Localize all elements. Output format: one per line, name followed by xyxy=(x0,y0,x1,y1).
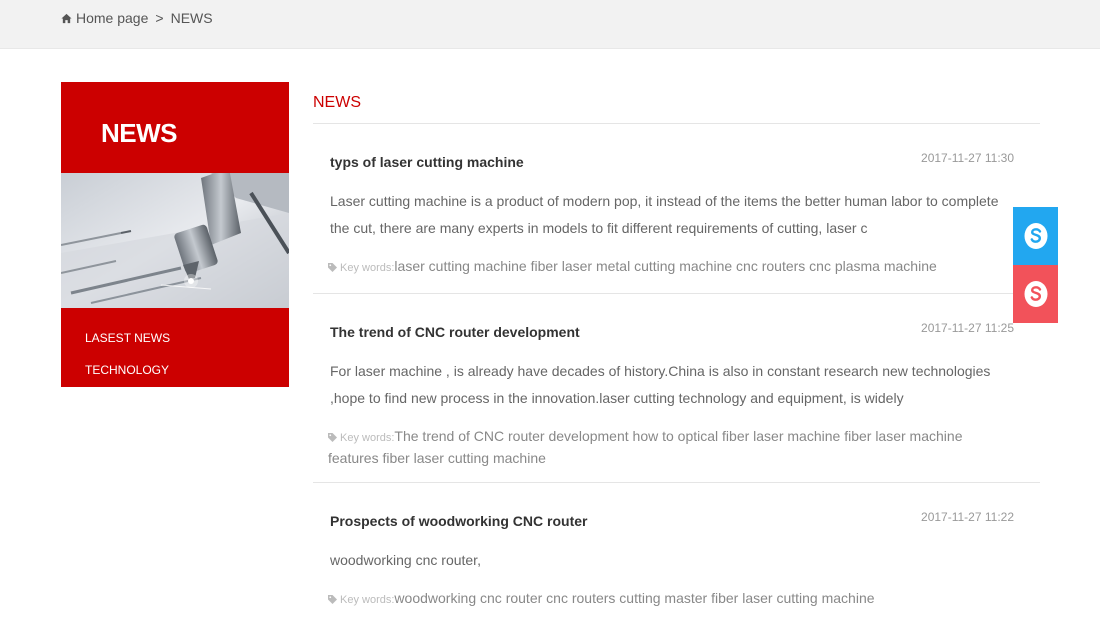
tag-icon xyxy=(328,433,337,442)
sidebar: NEWS LASEST NEWS TECHNOLOGY xyxy=(61,82,289,387)
news-item[interactable]: The trend of CNC router development 2017… xyxy=(313,294,1040,483)
news-title[interactable]: The trend of CNC router development xyxy=(330,322,1014,342)
skype-float-button-blue[interactable] xyxy=(1013,207,1058,265)
skype-icon xyxy=(1024,223,1047,249)
keywords-text[interactable]: laser cutting machine fiber laser metal … xyxy=(394,258,936,274)
keywords-text[interactable]: woodworking cnc router cnc routers cutti… xyxy=(394,590,874,606)
news-keywords: Key words:laser cutting machine fiber la… xyxy=(328,256,1014,278)
news-keywords: Key words:The trend of CNC router develo… xyxy=(328,426,1014,468)
keywords-label: Key words: xyxy=(340,262,395,274)
laser-machine-illustration xyxy=(61,173,289,308)
tag-icon xyxy=(328,595,337,604)
news-summary: woodworking cnc router, xyxy=(330,552,481,568)
news-item[interactable]: typs of laser cutting machine 2017-11-27… xyxy=(313,124,1040,294)
top-bar: Home page > NEWS xyxy=(0,0,1100,49)
news-title[interactable]: Prospects of woodworking CNC router xyxy=(330,511,1014,531)
sidebar-banner-image xyxy=(61,173,289,308)
news-item[interactable]: Prospects of woodworking CNC router 2017… xyxy=(313,483,1040,633)
sidebar-item-latest-news[interactable]: LASEST NEWS xyxy=(85,330,170,362)
news-keywords: Key words:woodworking cnc router cnc rou… xyxy=(328,588,1014,610)
news-date: 2017-11-27 11:25 xyxy=(921,321,1014,335)
news-title[interactable]: typs of laser cutting machine xyxy=(330,152,1014,172)
news-list-section: NEWS typs of laser cutting machine 2017-… xyxy=(313,82,1040,633)
keywords-text[interactable]: The trend of CNC router development how … xyxy=(328,428,962,466)
breadcrumb: Home page > NEWS xyxy=(61,10,213,26)
sidebar-item-technology[interactable]: TECHNOLOGY xyxy=(85,362,170,394)
sidebar-menu: LASEST NEWS TECHNOLOGY xyxy=(85,330,170,394)
breadcrumb-home-link[interactable]: Home page xyxy=(76,10,148,26)
keywords-label: Key words: xyxy=(340,432,395,444)
section-title: NEWS xyxy=(313,82,1040,124)
news-summary: Laser cutting machine is a product of mo… xyxy=(330,193,999,236)
keywords-label: Key words: xyxy=(340,594,395,606)
breadcrumb-current-link[interactable]: NEWS xyxy=(171,10,213,26)
tag-icon xyxy=(328,263,337,272)
news-summary: For laser machine , is already have deca… xyxy=(330,363,991,406)
news-date: 2017-11-27 11:30 xyxy=(921,151,1014,165)
skype-icon xyxy=(1024,281,1047,307)
news-date: 2017-11-27 11:22 xyxy=(921,510,1014,524)
breadcrumb-separator: > xyxy=(155,10,164,26)
skype-float-button-red[interactable] xyxy=(1013,265,1058,323)
home-icon xyxy=(61,13,72,23)
sidebar-title: NEWS xyxy=(101,118,178,148)
